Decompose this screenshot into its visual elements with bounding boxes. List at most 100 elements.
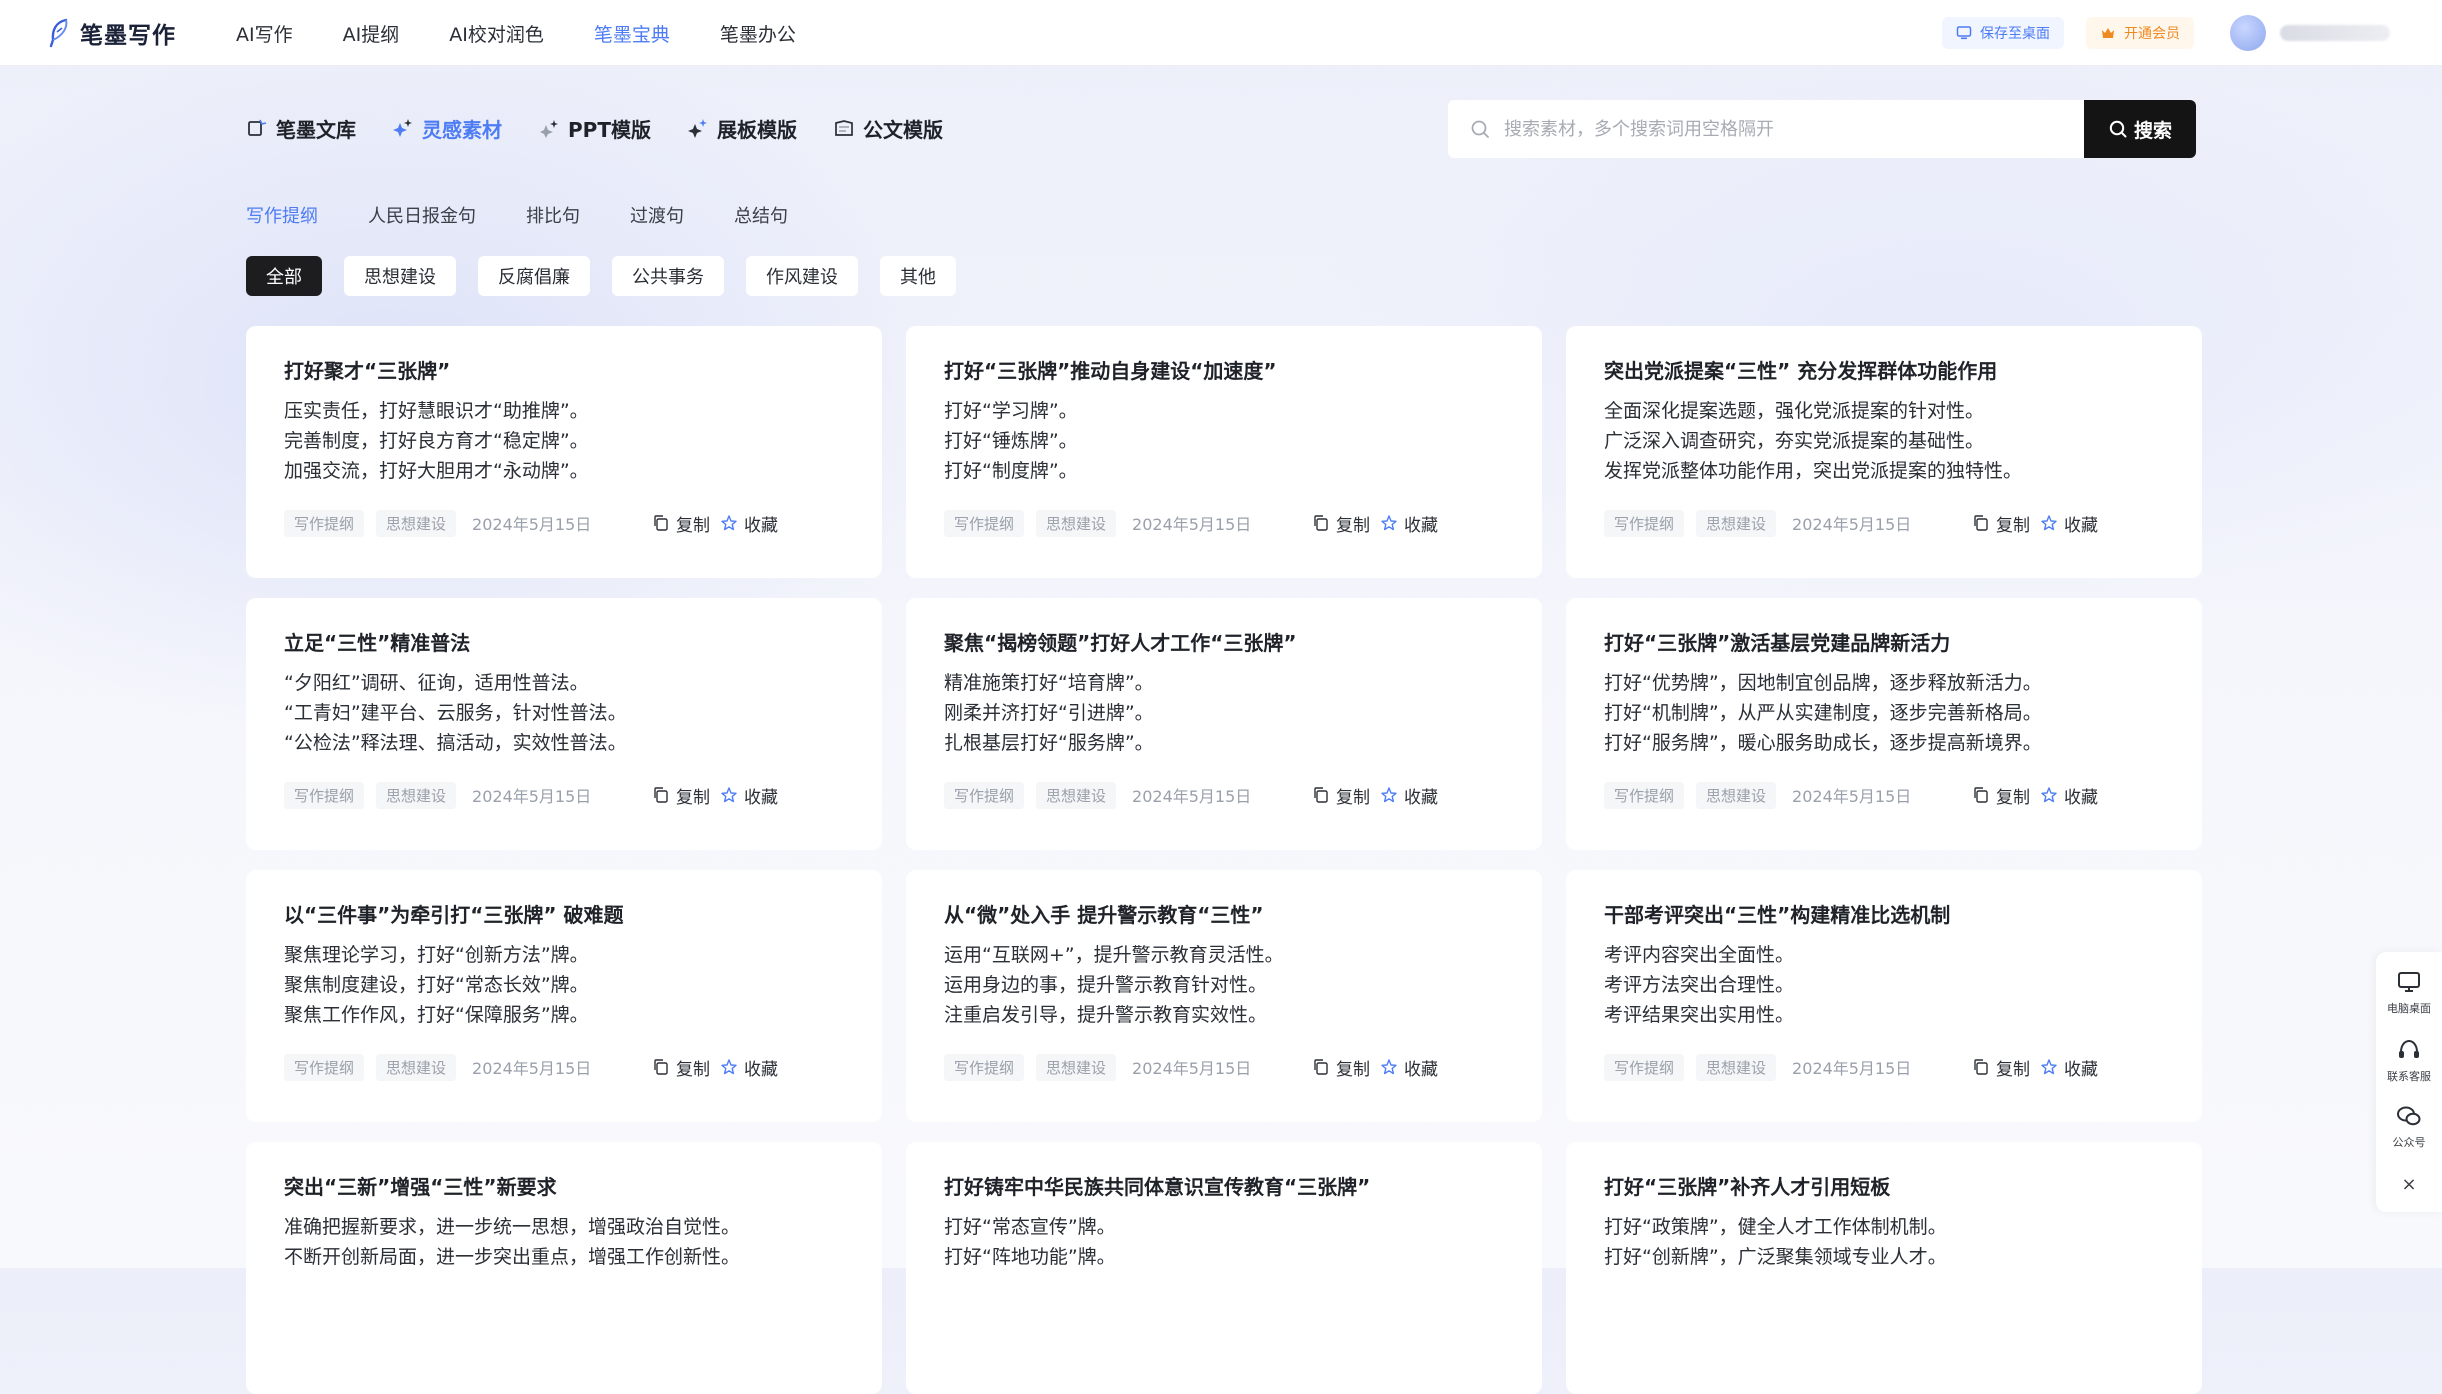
nav-ai-proofread[interactable]: AI校对润色 (449, 20, 544, 47)
copy-button[interactable]: 复制 (1312, 511, 1370, 536)
tab-library[interactable]: 笔墨文库 (246, 114, 356, 143)
card-title[interactable]: 打好“三张牌”补齐人才引用短板 (1604, 1172, 2164, 1202)
material-card[interactable]: 打好铸牢中华民族共同体意识宣传教育“三张牌” 打好“常态宣传”牌。 打好“阵地功能”… (906, 1142, 1542, 1394)
collect-button[interactable]: 收藏 (2040, 783, 2098, 808)
card-tag[interactable]: 思想建设 (1696, 781, 1777, 809)
save-desktop-button[interactable]: 保存至桌面 (1942, 17, 2064, 49)
card-title[interactable]: 打好“三张牌”激活基层党建品牌新活力 (1604, 628, 2164, 658)
brand-logo[interactable]: 笔墨写作 (48, 16, 176, 50)
sub-tabs: 写作提纲 人民日报金句 排比句 过渡句 总结句 (246, 202, 838, 228)
save-desktop-label: 保存至桌面 (1980, 26, 2050, 42)
material-card[interactable]: 打好“三张牌”补齐人才引用短板 打好“政策牌”，健全人才工作体制机制。 打好“创新牌… (1566, 1142, 2202, 1394)
subtab-rmrb-quotes[interactable]: 人民日报金句 (368, 202, 476, 228)
copy-button[interactable]: 复制 (652, 783, 710, 808)
filter-public-affairs[interactable]: 公共事务 (612, 256, 724, 296)
copy-button[interactable]: 复制 (1972, 511, 2030, 536)
collect-button[interactable]: 收藏 (720, 1055, 778, 1080)
card-title[interactable]: 干部考评突出“三性”构建精准比选机制 (1604, 900, 2164, 930)
float-close-button[interactable]: × (2376, 1174, 2442, 1195)
card-title[interactable]: 聚焦“揭榜领题”打好人才工作“三张牌” (944, 628, 1504, 658)
copy-button[interactable]: 复制 (1972, 783, 2030, 808)
card-title[interactable]: 打好“三张牌”推动自身建设“加速度” (944, 356, 1504, 386)
card-line: 精准施策打好“培育牌”。 (944, 672, 1154, 694)
float-desktop-button[interactable]: 电脑桌面 (2376, 968, 2442, 1016)
collect-button[interactable]: 收藏 (1380, 783, 1438, 808)
copy-button[interactable]: 复制 (1312, 783, 1370, 808)
vip-button[interactable]: 开通会员 (2086, 17, 2194, 49)
subtab-transition[interactable]: 过渡句 (630, 202, 684, 228)
card-title[interactable]: 打好聚才“三张牌” (284, 356, 844, 386)
copy-button[interactable]: 复制 (652, 511, 710, 536)
float-service-button[interactable]: 联系客服 (2376, 1036, 2442, 1084)
card-tag[interactable]: 写作提纲 (1604, 781, 1685, 809)
nav-bimo-baodian[interactable]: 笔墨宝典 (594, 20, 670, 47)
filter-work-style[interactable]: 作风建设 (746, 256, 858, 296)
collect-button[interactable]: 收藏 (1380, 1055, 1438, 1080)
card-tag[interactable]: 写作提纲 (944, 781, 1025, 809)
filter-ideology[interactable]: 思想建设 (344, 256, 456, 296)
nav-ai-writing[interactable]: AI写作 (236, 20, 293, 47)
material-card[interactable]: 打好聚才“三张牌” 压实责任，打好慧眼识才“助推牌”。 完善制度，打好良方育才“稳定… (246, 326, 882, 578)
filter-all[interactable]: 全部 (246, 256, 322, 296)
filter-anticorruption[interactable]: 反腐倡廉 (478, 256, 590, 296)
copy-button[interactable]: 复制 (652, 1055, 710, 1080)
float-wechat-button[interactable]: 公众号 (2376, 1102, 2442, 1150)
tab-inspiration[interactable]: 灵感素材 (392, 114, 502, 143)
card-tag[interactable]: 思想建设 (376, 509, 457, 537)
floating-sidebar: 电脑桌面 联系客服 公众号 × (2376, 952, 2442, 1212)
card-tag[interactable]: 写作提纲 (944, 509, 1025, 537)
card-body: 准确把握新要求，进一步统一思想，增强政治自觉性。 不断开创新局面，进一步突出重点，… (284, 1212, 844, 1272)
material-card[interactable]: 打好“三张牌”激活基层党建品牌新活力 打好“优势牌”，因地制宜创品牌，逐步释放新活… (1566, 598, 2202, 850)
filter-other[interactable]: 其他 (880, 256, 956, 296)
search-input[interactable] (1502, 117, 2066, 141)
collect-button[interactable]: 收藏 (2040, 1055, 2098, 1080)
card-tag[interactable]: 思想建设 (376, 781, 457, 809)
subtab-outline[interactable]: 写作提纲 (246, 202, 318, 228)
nav-bimo-office[interactable]: 笔墨办公 (720, 20, 796, 47)
subtab-summary[interactable]: 总结句 (734, 202, 788, 228)
material-card[interactable]: 打好“三张牌”推动自身建设“加速度” 打好“学习牌”。 打好“锤炼牌”。 打好“制度牌… (906, 326, 1542, 578)
material-card[interactable]: 以“三件事”为牵引打“三张牌” 破难题 聚焦理论学习，打好“创新方法”牌。 聚焦制度… (246, 870, 882, 1122)
card-tag[interactable]: 思想建设 (1696, 509, 1777, 537)
card-tag[interactable]: 思想建设 (1036, 1053, 1117, 1081)
card-title[interactable]: 打好铸牢中华民族共同体意识宣传教育“三张牌” (944, 1172, 1504, 1202)
material-card[interactable]: 突出党派提案“三性” 充分发挥群体功能作用 全面深化提案选题，强化党派提案的针对性… (1566, 326, 2202, 578)
collect-button[interactable]: 收藏 (1380, 511, 1438, 536)
tab-document[interactable]: 公文模版 (833, 114, 943, 143)
username-blurred[interactable] (2280, 25, 2390, 41)
card-tag[interactable]: 写作提纲 (1604, 509, 1685, 537)
material-card[interactable]: 从“微”处入手 提升警示教育“三性” 运用“互联网+”，提升警示教育灵活性。 运用身… (906, 870, 1542, 1122)
card-meta: 写作提纲 思想建设 2024年5月15日 复制 收藏 (284, 1052, 844, 1082)
collect-button[interactable]: 收藏 (2040, 511, 2098, 536)
material-card[interactable]: 立足“三性”精准普法 “夕阳红”调研、征询，适用性普法。 “工青妇”建平台、云服务，… (246, 598, 882, 850)
copy-button[interactable]: 复制 (1312, 1055, 1370, 1080)
card-title[interactable]: 突出党派提案“三性” 充分发挥群体功能作用 (1604, 356, 2164, 386)
card-tag[interactable]: 写作提纲 (284, 1053, 365, 1081)
tab-board[interactable]: 展板模版 (687, 114, 797, 143)
subtab-parallelism[interactable]: 排比句 (526, 202, 580, 228)
material-card[interactable]: 突出“三新”增强“三性”新要求准确把握新要求，进一步统一思想，增强政治自觉性。不… (246, 1142, 882, 1394)
card-tag[interactable]: 写作提纲 (944, 1053, 1025, 1081)
card-title[interactable]: 从“微”处入手 提升警示教育“三性” (944, 900, 1504, 930)
card-tag[interactable]: 思想建设 (1696, 1053, 1777, 1081)
card-title[interactable]: 以“三件事”为牵引打“三张牌” 破难题 (284, 900, 844, 930)
card-tag[interactable]: 思想建设 (376, 1053, 457, 1081)
card-tag[interactable]: 写作提纲 (284, 781, 365, 809)
nav-ai-outline[interactable]: AI提纲 (343, 20, 400, 47)
card-tag[interactable]: 写作提纲 (1604, 1053, 1685, 1081)
search-button[interactable]: 搜索 (2084, 100, 2196, 158)
collect-button[interactable]: 收藏 (720, 783, 778, 808)
collect-button[interactable]: 收藏 (720, 511, 778, 536)
copy-button[interactable]: 复制 (1972, 1055, 2030, 1080)
card-tag[interactable]: 思想建设 (1036, 509, 1117, 537)
card-line: 聚焦制度建设，打好“常态长效”牌。 (284, 974, 589, 996)
material-card[interactable]: 聚焦“揭榜领题”打好人才工作“三张牌” 精准施策打好“培育牌”。 刚柔并济打好“引进… (906, 598, 1542, 850)
feather-logo-icon (49, 18, 68, 48)
avatar[interactable] (2230, 15, 2266, 51)
material-card[interactable]: 干部考评突出“三性”构建精准比选机制 考评内容突出全面性。 考评方法突出合理性。 考评… (1566, 870, 2202, 1122)
card-title[interactable]: 突出“三新”增强“三性”新要求 (284, 1172, 844, 1202)
card-title[interactable]: 立足“三性”精准普法 (284, 628, 844, 658)
card-tag[interactable]: 思想建设 (1036, 781, 1117, 809)
tab-ppt[interactable]: PPT模版 (538, 114, 651, 143)
card-tag[interactable]: 写作提纲 (284, 509, 365, 537)
